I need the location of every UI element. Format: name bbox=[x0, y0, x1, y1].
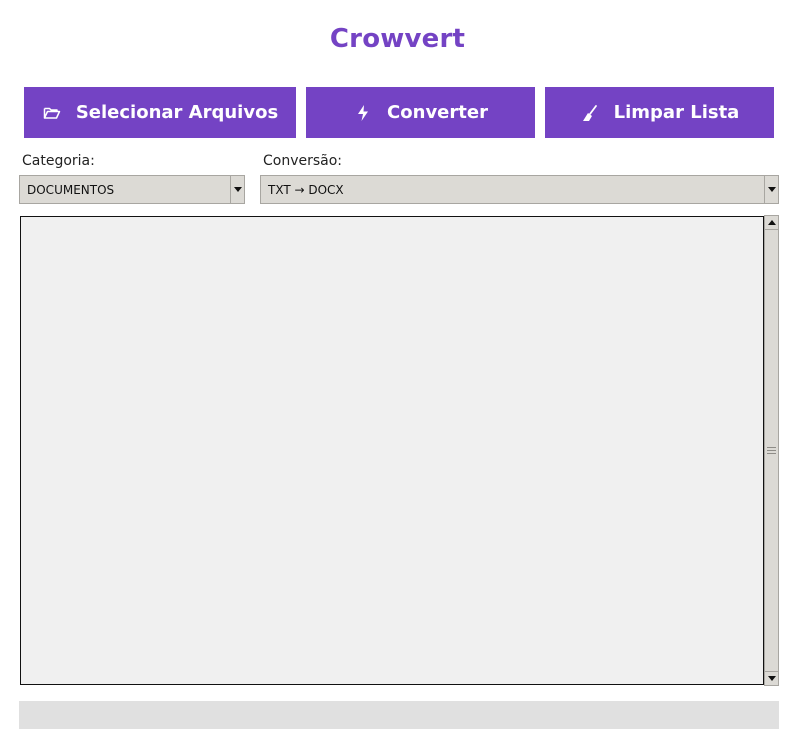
app-window: Crowvert Selecionar Arquivos Converter L… bbox=[0, 0, 795, 743]
conversion-value: TXT → DOCX bbox=[268, 182, 344, 197]
conversion-select[interactable]: TXT → DOCX bbox=[260, 175, 779, 204]
grip-icon bbox=[767, 447, 776, 454]
chevron-down-icon[interactable] bbox=[230, 176, 244, 203]
chevron-down-icon[interactable] bbox=[764, 176, 778, 203]
scroll-down-arrow-icon[interactable] bbox=[765, 671, 778, 685]
broom-icon bbox=[580, 103, 600, 123]
folder-open-icon bbox=[42, 103, 62, 123]
select-files-button[interactable]: Selecionar Arquivos bbox=[24, 87, 296, 138]
category-label: Categoria: bbox=[22, 153, 95, 169]
progress-bar bbox=[19, 701, 779, 729]
scroll-up-arrow-icon[interactable] bbox=[765, 216, 778, 230]
file-list[interactable] bbox=[20, 216, 764, 685]
convert-button[interactable]: Converter bbox=[306, 87, 535, 138]
category-value: DOCUMENTOS bbox=[27, 182, 115, 197]
clear-list-label: Limpar Lista bbox=[613, 102, 740, 123]
app-title: Crowvert bbox=[329, 24, 466, 54]
category-select[interactable]: DOCUMENTOS bbox=[19, 175, 245, 204]
lightning-bolt-icon bbox=[353, 103, 373, 123]
file-list-scrollbar[interactable] bbox=[764, 215, 779, 686]
conversion-label: Conversão: bbox=[263, 153, 343, 169]
select-files-label: Selecionar Arquivos bbox=[75, 102, 279, 123]
scrollbar-thumb[interactable] bbox=[765, 230, 778, 671]
clear-list-button[interactable]: Limpar Lista bbox=[545, 87, 774, 138]
convert-label: Converter bbox=[387, 102, 488, 123]
